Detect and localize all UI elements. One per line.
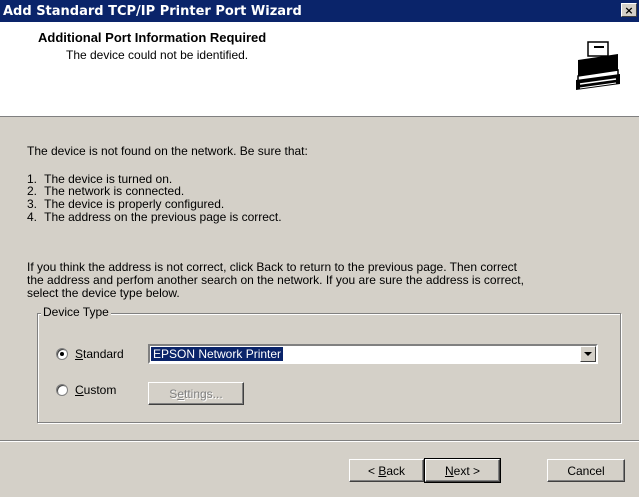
device-type-combo[interactable]: EPSON Network Printer — [148, 344, 598, 364]
checklist-text: The network is connected. — [44, 184, 185, 198]
settings-label-b: ttings... — [184, 386, 223, 401]
instructions-line: select the device type below. — [27, 286, 180, 300]
back-accel: B — [378, 463, 387, 478]
next-label-b: ext > — [453, 463, 481, 478]
checklist-item: 4. The address on the previous page is c… — [27, 211, 282, 224]
footer-separator-highlight — [0, 441, 639, 442]
device-type-selected-value: EPSON Network Printer — [151, 347, 284, 361]
settings-label-a: S — [169, 386, 178, 401]
custom-radio-label[interactable]: Custom — [75, 383, 116, 397]
window-titlebar: Add Standard TCP/IP Printer Port Wizard … — [0, 0, 639, 22]
back-label-a: < — [367, 463, 379, 478]
cancel-button[interactable]: Cancel — [547, 459, 625, 482]
close-icon: × — [624, 3, 634, 17]
header-title: Additional Port Information Required — [38, 30, 267, 45]
custom-label-rest: ustom — [83, 383, 117, 397]
close-button[interactable]: × — [621, 3, 637, 17]
standard-radio-label[interactable]: Standard — [75, 347, 124, 361]
checklist-text: The device is properly configured. — [44, 197, 225, 211]
standard-radio[interactable] — [56, 348, 68, 360]
standard-label-rest: tandard — [83, 347, 124, 361]
standard-accel: S — [75, 347, 84, 361]
device-type-groupbox — [37, 313, 621, 423]
dropdown-arrow-button[interactable] — [580, 346, 596, 362]
back-label-b: ack — [386, 463, 406, 478]
checklist-num: 4. — [27, 210, 38, 224]
chevron-down-icon — [584, 351, 592, 356]
settings-button[interactable]: Se ttings... — [148, 382, 244, 405]
printer-wizard-icon — [576, 41, 620, 90]
next-button[interactable]: Next > — [424, 458, 501, 483]
back-button[interactable]: < Back — [349, 459, 424, 482]
custom-accel: C — [75, 383, 84, 397]
header-subtitle: The device could not be identified. — [66, 48, 249, 62]
device-type-legend: Device Type — [41, 305, 111, 319]
next-accel: N — [444, 463, 454, 478]
checklist-text: The address on the previous page is corr… — [44, 210, 282, 224]
settings-accel: e — [177, 386, 184, 401]
window-title: Add Standard TCP/IP Printer Port Wizard — [3, 3, 302, 19]
intro-text: The device is not found on the network. … — [27, 144, 308, 158]
wizard-header: Additional Port Information Required The… — [0, 22, 639, 117]
custom-radio[interactable] — [56, 384, 68, 396]
